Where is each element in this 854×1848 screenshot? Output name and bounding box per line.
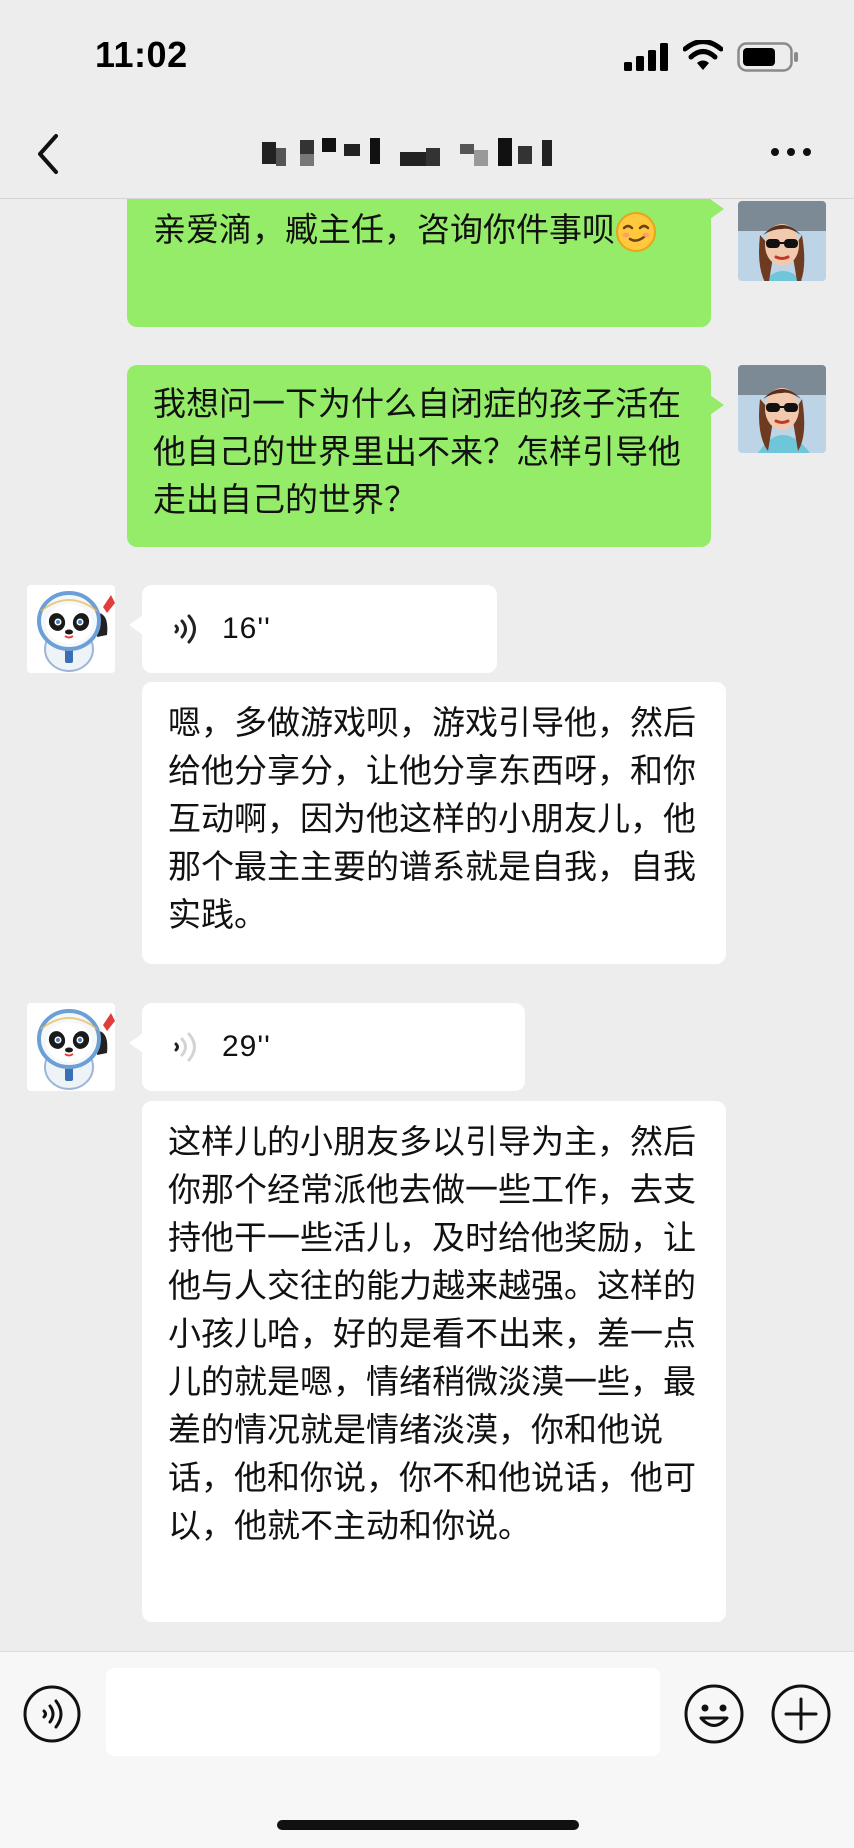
smirk-emoji-icon	[616, 211, 656, 252]
user-avatar-photo	[738, 201, 826, 281]
message-bubble-sent[interactable]: 亲爱滴，臧主任，咨询你件事呗	[127, 199, 724, 327]
contact-avatar[interactable]	[27, 1003, 115, 1091]
user-avatar[interactable]	[738, 365, 826, 453]
nav-bar	[0, 110, 854, 199]
emoji-smile-icon[interactable]	[683, 1683, 745, 1745]
user-avatar-photo	[738, 365, 826, 453]
more-dots-icon[interactable]	[770, 140, 812, 164]
message-bubble-sent[interactable]: 我想问一下为什么自闭症的孩子活在他自己的世界里出不来？怎样引导他走出自己的世界？	[127, 365, 724, 547]
message-text: 我想问一下为什么自闭症的孩子活在他自己的世界里出不来？怎样引导他走出自己的世界？	[153, 384, 681, 519]
message-bubble-received[interactable]: 这样儿的小朋友多以引导为主，然后你那个经常派他去做一些工作，去支持他干一些活儿，…	[142, 1101, 726, 1622]
user-avatar[interactable]	[738, 201, 826, 281]
cellular-signal-icon	[624, 43, 668, 71]
panda-mascot-avatar	[27, 585, 115, 673]
chevron-left-icon[interactable]	[34, 132, 64, 176]
voice-wave-icon	[174, 1032, 196, 1062]
status-time: 11:02	[95, 34, 188, 75]
voice-message-bubble[interactable]: 29''	[129, 1003, 525, 1091]
message-text: 亲爱滴，臧主任，咨询你件事呗	[153, 210, 615, 249]
contact-avatar[interactable]	[27, 585, 115, 673]
plus-circle-icon[interactable]	[770, 1683, 832, 1745]
panda-mascot-avatar	[27, 1003, 115, 1091]
status-bar: 11:02	[0, 0, 854, 110]
chat-messages: 亲爱滴，臧主任，咨询你件事呗 我想问一下为什么自闭症的孩子活在他自己的世界里出不…	[0, 199, 854, 1650]
chat-title-redacted	[262, 134, 562, 174]
message-text: 这样儿的小朋友多以引导为主，然后你那个经常派他去做一些工作，去支持他干一些活儿，…	[168, 1122, 696, 1545]
home-indicator[interactable]	[277, 1820, 579, 1830]
input-bar	[0, 1651, 854, 1848]
redaction-mosaic-icon	[262, 138, 552, 166]
wifi-icon	[683, 40, 723, 70]
message-text: 嗯，多做游戏呗，游戏引导他，然后给他分享分，让他分享东西呀，和你互动啊，因为他这…	[168, 703, 696, 934]
battery-icon	[737, 42, 798, 72]
message-bubble-received[interactable]: 嗯，多做游戏呗，游戏引导他，然后给他分享分，让他分享东西呀，和你互动啊，因为他这…	[142, 682, 726, 964]
voice-duration: 29''	[222, 1030, 271, 1063]
voice-input-icon[interactable]	[22, 1684, 82, 1744]
voice-wave-icon	[174, 614, 196, 644]
voice-duration: 16''	[222, 612, 271, 645]
voice-message-bubble[interactable]: 16''	[129, 585, 497, 673]
chat-screen: 11:02 亲爱滴，臧主任，咨询你件事呗 我想问一下为什么自闭症的孩子活在他自己…	[0, 0, 854, 1848]
message-input[interactable]	[106, 1668, 660, 1756]
